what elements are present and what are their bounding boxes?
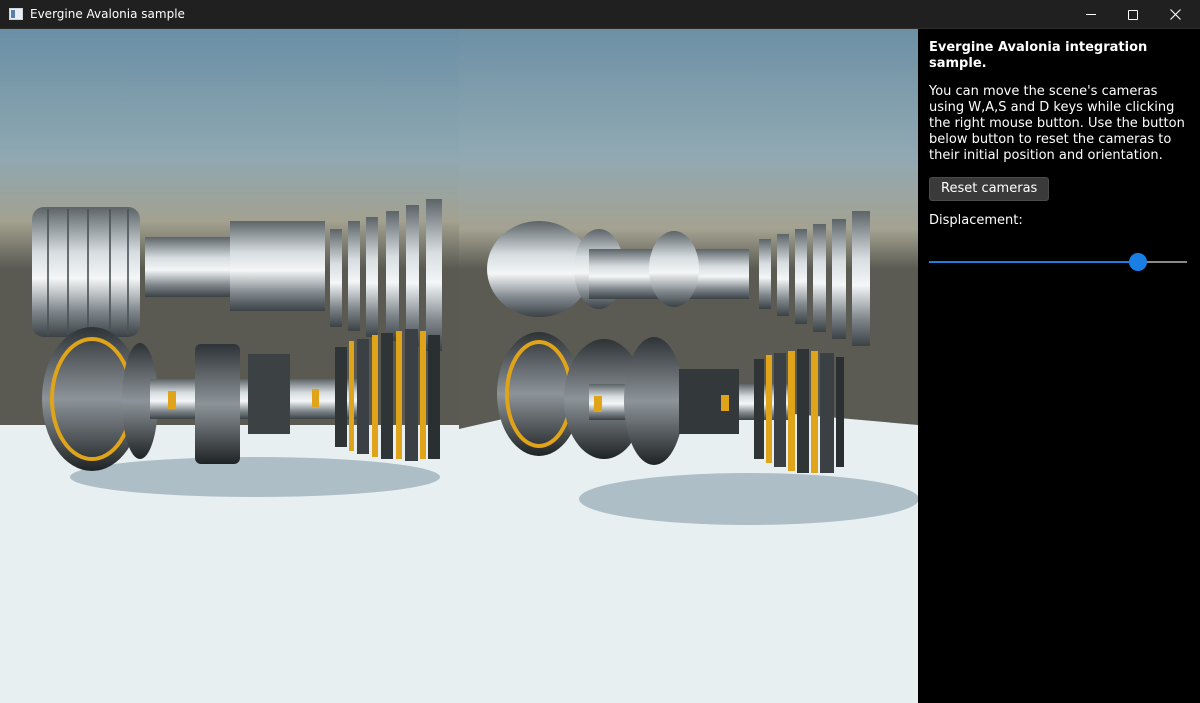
window-title: Evergine Avalonia sample [30, 7, 185, 21]
slider-thumb[interactable] [1129, 253, 1147, 271]
right-camera-view[interactable] [459, 29, 918, 703]
close-icon [1169, 9, 1181, 20]
maximize-button[interactable] [1110, 0, 1156, 29]
maximize-icon [1128, 9, 1138, 20]
slider-fill [929, 261, 1138, 263]
control-panel: Evergine Avalonia integration sample. Yo… [918, 29, 1200, 703]
minimize-icon [1086, 14, 1096, 15]
app-icon [9, 8, 23, 20]
minimize-button[interactable] [1068, 0, 1114, 29]
panel-description: You can move the scene's cameras using W… [929, 84, 1185, 163]
reset-cameras-button[interactable]: Reset cameras [929, 177, 1050, 201]
displacement-label: Displacement: [929, 213, 1023, 228]
displacement-slider[interactable] [929, 252, 1187, 272]
left-scene [0, 29, 459, 703]
close-button[interactable] [1152, 0, 1198, 29]
app-window: Evergine Avalonia sample Evergine Avalon… [0, 0, 1200, 703]
right-scene [459, 29, 918, 703]
left-camera-view[interactable] [0, 29, 459, 703]
panel-title: Evergine Avalonia integration sample. [929, 40, 1148, 71]
title-bar[interactable]: Evergine Avalonia sample [0, 0, 1200, 29]
